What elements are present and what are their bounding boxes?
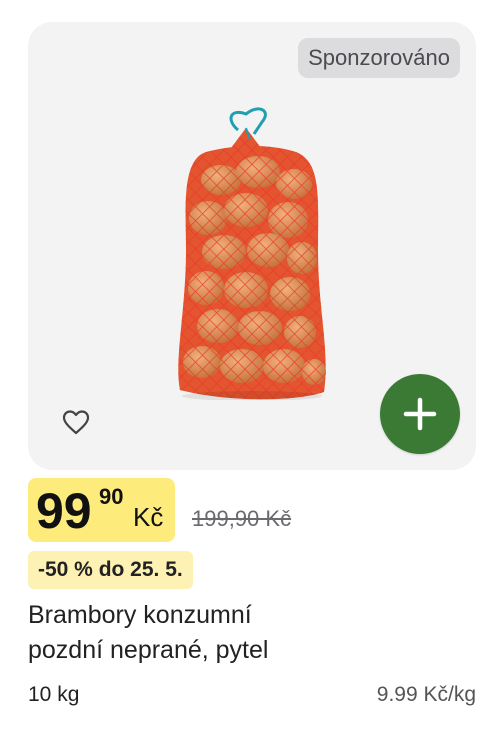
product-title-line-1: Brambory konzumní	[28, 601, 252, 629]
original-price: 199,90 Kč	[192, 506, 292, 531]
current-price: 99 90 Kč	[28, 478, 175, 542]
favorite-button[interactable]	[58, 404, 94, 440]
product-image-panel[interactable]: Sponzorováno	[28, 22, 476, 470]
heart-icon	[62, 410, 90, 435]
product-image	[178, 107, 326, 400]
sponsored-badge: Sponzorováno	[298, 38, 460, 78]
discount-badge: -50 % do 25. 5.	[28, 551, 193, 589]
product-title-line-2: pozdní neprané, pytel	[28, 636, 269, 664]
plus-icon	[403, 397, 437, 431]
price-decimal: 90	[99, 484, 124, 509]
add-to-cart-button[interactable]	[380, 374, 460, 454]
price-currency: Kč	[133, 502, 164, 532]
unit-price: 9.99 Kč/kg	[376, 683, 476, 706]
product-quantity: 10 kg	[28, 683, 80, 706]
product-card[interactable]: Sponzorováno 99 90 Kč 199,90 Kč -50 % do…	[0, 0, 504, 732]
price-integer: 99	[36, 483, 92, 539]
product-title[interactable]: Brambory konzumní pozdní neprané, pytel	[28, 598, 468, 668]
